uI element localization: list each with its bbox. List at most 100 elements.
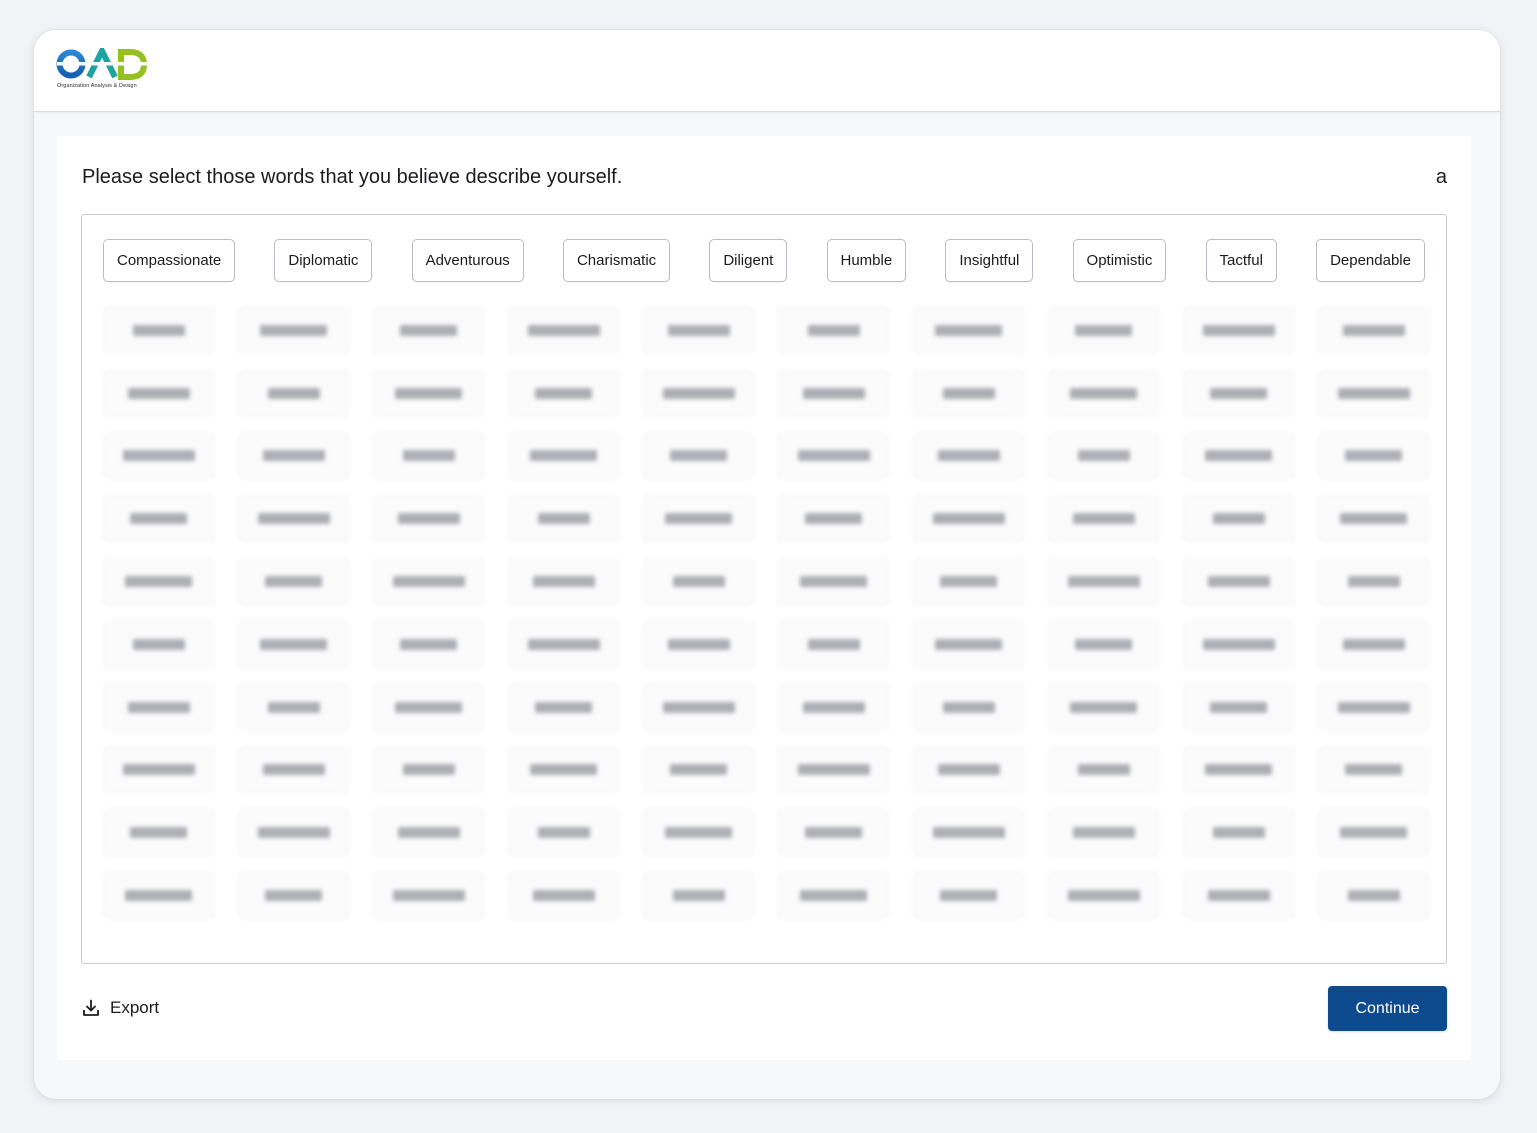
blurred-word-option bbox=[1183, 746, 1294, 794]
blurred-word-option bbox=[778, 872, 889, 919]
blurred-text bbox=[265, 576, 322, 588]
word-option-adventurous[interactable]: Adventurous bbox=[411, 239, 524, 282]
blurred-text bbox=[267, 701, 320, 713]
blurred-word-option bbox=[778, 683, 889, 731]
word-option-diplomatic[interactable]: Diplomatic bbox=[274, 239, 373, 282]
blurred-word-option bbox=[1048, 809, 1159, 857]
blurred-word-option bbox=[508, 683, 619, 731]
blurred-text bbox=[1077, 764, 1130, 776]
blurred-word-option bbox=[238, 307, 349, 354]
blurred-text bbox=[127, 701, 190, 713]
blurred-text bbox=[1340, 827, 1407, 839]
blurred-word-option bbox=[508, 746, 619, 794]
blurred-word-option bbox=[103, 495, 214, 543]
blurred-text bbox=[932, 513, 1005, 525]
blurred-text bbox=[537, 827, 590, 839]
blurred-text bbox=[667, 638, 730, 650]
survey-panel: Please select those words that you belie… bbox=[57, 136, 1471, 1060]
blurred-text bbox=[530, 450, 597, 462]
blurred-text bbox=[1337, 387, 1410, 399]
blurred-text bbox=[392, 576, 465, 588]
blurred-word-option bbox=[373, 809, 484, 857]
blurred-text bbox=[1070, 701, 1137, 713]
blurred-text bbox=[527, 638, 600, 650]
blurred-word-option bbox=[508, 809, 619, 857]
blurred-word-option bbox=[1183, 872, 1294, 919]
blurred-text bbox=[805, 827, 862, 839]
blurred-word-option bbox=[103, 432, 214, 480]
blurred-text bbox=[1202, 638, 1275, 650]
blurred-word-option bbox=[373, 683, 484, 731]
export-label: Export bbox=[110, 998, 160, 1017]
blurred-text bbox=[537, 513, 590, 525]
blurred-word-option bbox=[103, 746, 214, 794]
blurred-text bbox=[257, 513, 330, 525]
blurred-text bbox=[797, 450, 870, 462]
blurred-text bbox=[1202, 324, 1275, 336]
blurred-word-option bbox=[643, 620, 754, 668]
word-option-humble[interactable]: Humble bbox=[826, 239, 907, 282]
blurred-text bbox=[400, 324, 457, 336]
blurred-word-option bbox=[373, 369, 484, 417]
blurred-word-option bbox=[1318, 746, 1429, 794]
blurred-text bbox=[132, 324, 185, 336]
blurred-text bbox=[1067, 576, 1140, 588]
word-option-optimistic[interactable]: Optimistic bbox=[1072, 239, 1167, 282]
blurred-word-option bbox=[238, 746, 349, 794]
blurred-text bbox=[1340, 513, 1407, 525]
blurred-text bbox=[1075, 638, 1132, 650]
blurred-word-option bbox=[1048, 683, 1159, 731]
blurred-word-option bbox=[913, 558, 1024, 605]
blurred-word-option bbox=[1318, 495, 1429, 543]
blurred-word-option bbox=[238, 558, 349, 605]
word-option-dependable[interactable]: Dependable bbox=[1316, 239, 1425, 282]
blurred-word-option bbox=[373, 432, 484, 480]
export-button[interactable]: Export bbox=[82, 998, 159, 1018]
blurred-word-option bbox=[643, 495, 754, 543]
blurred-word-option bbox=[643, 872, 754, 919]
blurred-text bbox=[127, 387, 190, 399]
instruction-text: Please select those words that you belie… bbox=[82, 166, 623, 188]
blurred-text bbox=[1072, 513, 1135, 525]
word-option-compassionate[interactable]: Compassionate bbox=[103, 239, 236, 282]
word-option-tactful[interactable]: Tactful bbox=[1205, 239, 1277, 282]
blurred-word-option bbox=[913, 746, 1024, 794]
blurred-word-option bbox=[508, 495, 619, 543]
blurred-text bbox=[132, 638, 185, 650]
blurred-text bbox=[937, 764, 1000, 776]
blurred-word-option bbox=[373, 746, 484, 794]
blurred-word-option bbox=[778, 620, 889, 668]
blurred-word-option bbox=[778, 369, 889, 417]
corner-letter: a bbox=[1435, 166, 1447, 188]
blurred-word-option bbox=[643, 809, 754, 857]
continue-button[interactable]: Continue bbox=[1328, 986, 1447, 1031]
blurred-word-option bbox=[238, 495, 349, 543]
blurred-word-option bbox=[643, 307, 754, 354]
blurred-word-option bbox=[103, 307, 214, 354]
blurred-text bbox=[940, 890, 997, 902]
blurred-word-option bbox=[103, 620, 214, 668]
blurred-text bbox=[257, 827, 330, 839]
blurred-text bbox=[1077, 450, 1130, 462]
blurred-word-option bbox=[913, 872, 1024, 919]
blurred-text bbox=[935, 324, 1002, 336]
word-option-charismatic[interactable]: Charismatic bbox=[562, 239, 671, 282]
blurred-word-option bbox=[238, 809, 349, 857]
word-option-diligent[interactable]: Diligent bbox=[709, 239, 788, 282]
blurred-word-option bbox=[1048, 369, 1159, 417]
blurred-word-option bbox=[913, 432, 1024, 480]
blurred-text bbox=[395, 387, 462, 399]
blurred-text bbox=[535, 387, 592, 399]
blurred-text bbox=[530, 764, 597, 776]
word-option-insightful[interactable]: Insightful bbox=[945, 239, 1034, 282]
blurred-word-grid bbox=[103, 307, 1429, 919]
blurred-word-option bbox=[103, 872, 214, 919]
blurred-word-option bbox=[1048, 558, 1159, 605]
blurred-text bbox=[672, 890, 725, 902]
blurred-text bbox=[802, 387, 865, 399]
blurred-word-option bbox=[238, 432, 349, 480]
blurred-text bbox=[807, 324, 860, 336]
blurred-word-option bbox=[778, 307, 889, 354]
blurred-text bbox=[797, 764, 870, 776]
blurred-text bbox=[122, 450, 195, 462]
